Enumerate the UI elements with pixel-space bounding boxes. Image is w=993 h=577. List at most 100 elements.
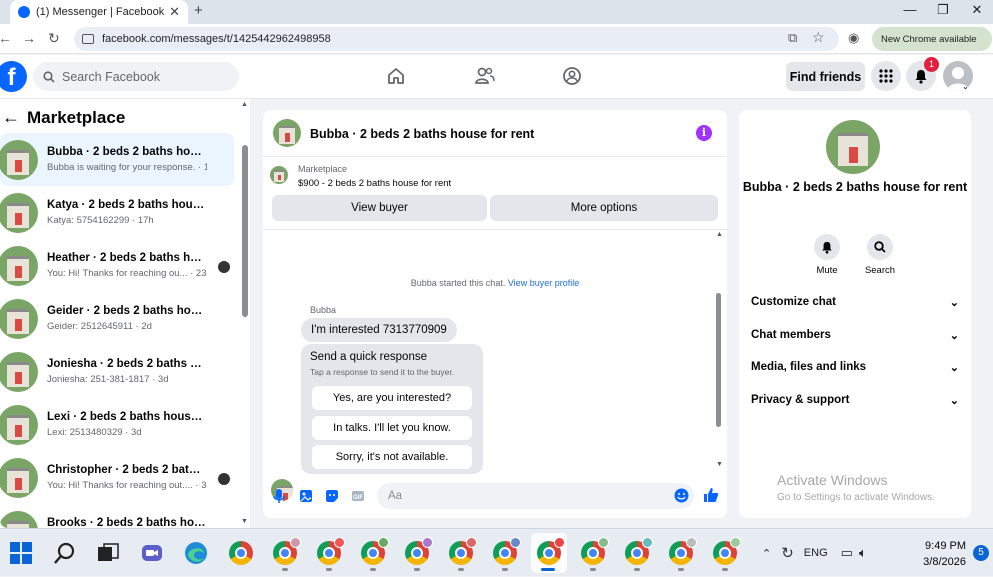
minimize-button[interactable]: — xyxy=(895,2,925,17)
search-icon[interactable] xyxy=(53,541,77,565)
sticker-icon[interactable] xyxy=(325,489,339,503)
conversation-item-lexi[interactable]: Lexi · 2 beds 2 baths house for r... Lexi… xyxy=(0,398,234,451)
close-window-button[interactable]: ✕ xyxy=(962,2,992,18)
seen-avatar xyxy=(218,473,230,485)
new-chrome-button[interactable]: New Chrome available xyxy=(872,27,992,51)
listing-thumbnail xyxy=(0,511,38,528)
running-indicator xyxy=(370,568,376,571)
section-label: Privacy & support xyxy=(751,394,850,406)
chat-scroll-up-icon[interactable]: ▲ xyxy=(716,231,723,238)
sidebar-scrollbar[interactable] xyxy=(242,145,248,317)
chrome-profile-8-icon[interactable] xyxy=(625,537,653,565)
chat-listing-thumbnail[interactable] xyxy=(273,119,301,147)
chat-scrollbar[interactable] xyxy=(716,293,721,427)
new-tab-button[interactable]: + xyxy=(194,2,203,19)
activate-windows-subtitle: Go to Settings to activate Windows. xyxy=(777,492,935,503)
scroll-down-icon[interactable]: ▼ xyxy=(241,518,248,525)
mute-button[interactable]: Mute xyxy=(799,234,855,276)
display-icon[interactable]: ▭ xyxy=(841,545,853,561)
facebook-header: f Search Facebook Find friends 1 ⌄ xyxy=(0,55,993,99)
chrome-profile-active-icon[interactable] xyxy=(537,537,565,565)
windows-start-icon[interactable] xyxy=(9,541,33,565)
conversation-item-bubba[interactable]: Bubba · 2 beds 2 baths house fo... Bubba … xyxy=(0,133,234,186)
media-files-links-row[interactable]: Media, files and links ⌄ xyxy=(751,356,959,378)
chat-title[interactable]: Bubba · 2 beds 2 baths house for rent xyxy=(310,127,534,141)
close-tab-icon[interactable]: ✕ xyxy=(169,4,180,20)
scroll-up-icon[interactable]: ▲ xyxy=(241,101,248,108)
notification-center-badge[interactable]: 5 xyxy=(973,545,989,561)
forward-icon[interactable]: → xyxy=(22,30,36,46)
sync-icon[interactable]: ↻ xyxy=(781,544,794,562)
quick-reply-yes-button[interactable]: Yes, are you interested? xyxy=(312,386,472,410)
tab-title: (1) Messenger | Facebook xyxy=(36,6,165,18)
view-buyer-profile-link[interactable]: View buyer profile xyxy=(508,278,579,288)
url-bar[interactable]: facebook.com/messages/t/1425442962498958 xyxy=(74,27,839,51)
conversation-item-brooks[interactable]: Brooks · 2 beds 2 baths house... xyxy=(0,504,234,528)
search-in-chat-button[interactable]: Search xyxy=(852,234,908,276)
chrome-profile-5-icon[interactable] xyxy=(449,537,477,565)
clock-time: 9:49 PM xyxy=(925,540,966,552)
browser-tab[interactable]: (1) Messenger | Facebook ✕ xyxy=(10,0,188,24)
customize-chat-row[interactable]: Customize chat ⌄ xyxy=(751,291,959,313)
back-icon[interactable]: ← xyxy=(0,30,12,46)
facebook-logo[interactable]: f xyxy=(0,61,27,92)
chrome-profile-10-icon[interactable] xyxy=(713,537,741,565)
browser-tab-strip: (1) Messenger | Facebook ✕ + — ❐ ✕ xyxy=(0,0,993,24)
gif-icon[interactable]: GIF xyxy=(351,489,365,503)
microphone-icon[interactable] xyxy=(273,488,285,504)
search-input[interactable]: Search Facebook xyxy=(33,62,239,91)
quick-reply-not-available-button[interactable]: Sorry, it's not available. xyxy=(312,445,472,469)
chat-members-row[interactable]: Chat members ⌄ xyxy=(751,324,959,346)
conversation-item-geider[interactable]: Geider · 2 beds 2 baths house fo... Geide… xyxy=(0,292,234,345)
section-label: Customize chat xyxy=(751,296,836,308)
chrome-profile-7-icon[interactable] xyxy=(581,537,609,565)
thumbs-up-icon[interactable] xyxy=(703,487,719,503)
privacy-support-row[interactable]: Privacy & support ⌄ xyxy=(751,389,959,411)
photo-icon[interactable] xyxy=(299,489,313,503)
running-indicator xyxy=(282,568,288,571)
chrome-icon[interactable] xyxy=(229,541,253,565)
conversation-item-christopher[interactable]: Christopher · 2 beds 2 baths h... You: Hi… xyxy=(0,451,234,504)
friends-icon[interactable] xyxy=(474,66,496,86)
reload-icon[interactable]: ↻ xyxy=(48,30,60,47)
url-text: facebook.com/messages/t/1425442962498958 xyxy=(102,33,331,45)
back-arrow-icon[interactable]: ← xyxy=(2,107,20,128)
conversation-item-katya[interactable]: Katya · 2 beds 2 baths house for... Katya… xyxy=(0,186,234,239)
chrome-profile-4-icon[interactable] xyxy=(405,537,433,565)
details-listing-photo[interactable] xyxy=(826,120,880,174)
teams-video-icon[interactable] xyxy=(140,541,164,565)
task-view-icon[interactable] xyxy=(96,541,120,565)
bookmark-star-icon[interactable]: ☆ xyxy=(812,29,825,46)
chrome-profile-3-icon[interactable] xyxy=(361,537,389,565)
conversation-title: Lexi · 2 beds 2 baths house for r... xyxy=(47,411,207,423)
groups-icon[interactable] xyxy=(562,66,582,86)
profile-icon[interactable]: ◉ xyxy=(848,30,859,46)
site-info-icon[interactable] xyxy=(82,34,94,44)
listing-thumbnail xyxy=(0,404,38,445)
info-icon[interactable]: i xyxy=(696,125,712,141)
message-input[interactable]: Aa xyxy=(377,483,694,509)
conversation-item-joniesha[interactable]: Joniesha · 2 beds 2 baths house ... Jonie… xyxy=(0,345,234,398)
language-indicator[interactable]: ENG xyxy=(804,547,828,559)
view-buyer-button[interactable]: View buyer xyxy=(272,195,487,221)
install-app-icon[interactable]: ⧉ xyxy=(788,30,797,46)
chrome-profile-1-icon[interactable] xyxy=(273,537,301,565)
chat-scroll-down-icon[interactable]: ▼ xyxy=(716,461,723,468)
chevron-up-icon[interactable]: ⌃ xyxy=(762,547,771,560)
chrome-profile-9-icon[interactable] xyxy=(669,537,697,565)
system-clock[interactable]: 9:49 PM 3/8/2026 xyxy=(900,538,966,570)
more-options-button[interactable]: More options xyxy=(490,195,718,221)
conversation-title: Katya · 2 beds 2 baths house for... xyxy=(47,199,207,211)
chrome-profile-6-icon[interactable] xyxy=(493,537,521,565)
quick-reply-in-talks-button[interactable]: In talks. I'll let you know. xyxy=(312,416,472,440)
conversation-item-heather[interactable]: Heather · 2 beds 2 baths hous... You: Hi!… xyxy=(0,239,234,292)
edge-icon[interactable] xyxy=(184,541,208,565)
account-chevron-icon[interactable]: ⌄ xyxy=(962,82,969,91)
volume-icon[interactable]: 🔈︎ xyxy=(859,545,867,561)
menu-grid-icon[interactable] xyxy=(871,61,901,91)
home-icon[interactable] xyxy=(386,66,406,86)
chrome-profile-2-icon[interactable] xyxy=(317,537,345,565)
restore-button[interactable]: ❐ xyxy=(928,2,958,18)
find-friends-button[interactable]: Find friends xyxy=(786,62,865,91)
emoji-icon[interactable] xyxy=(674,488,689,503)
